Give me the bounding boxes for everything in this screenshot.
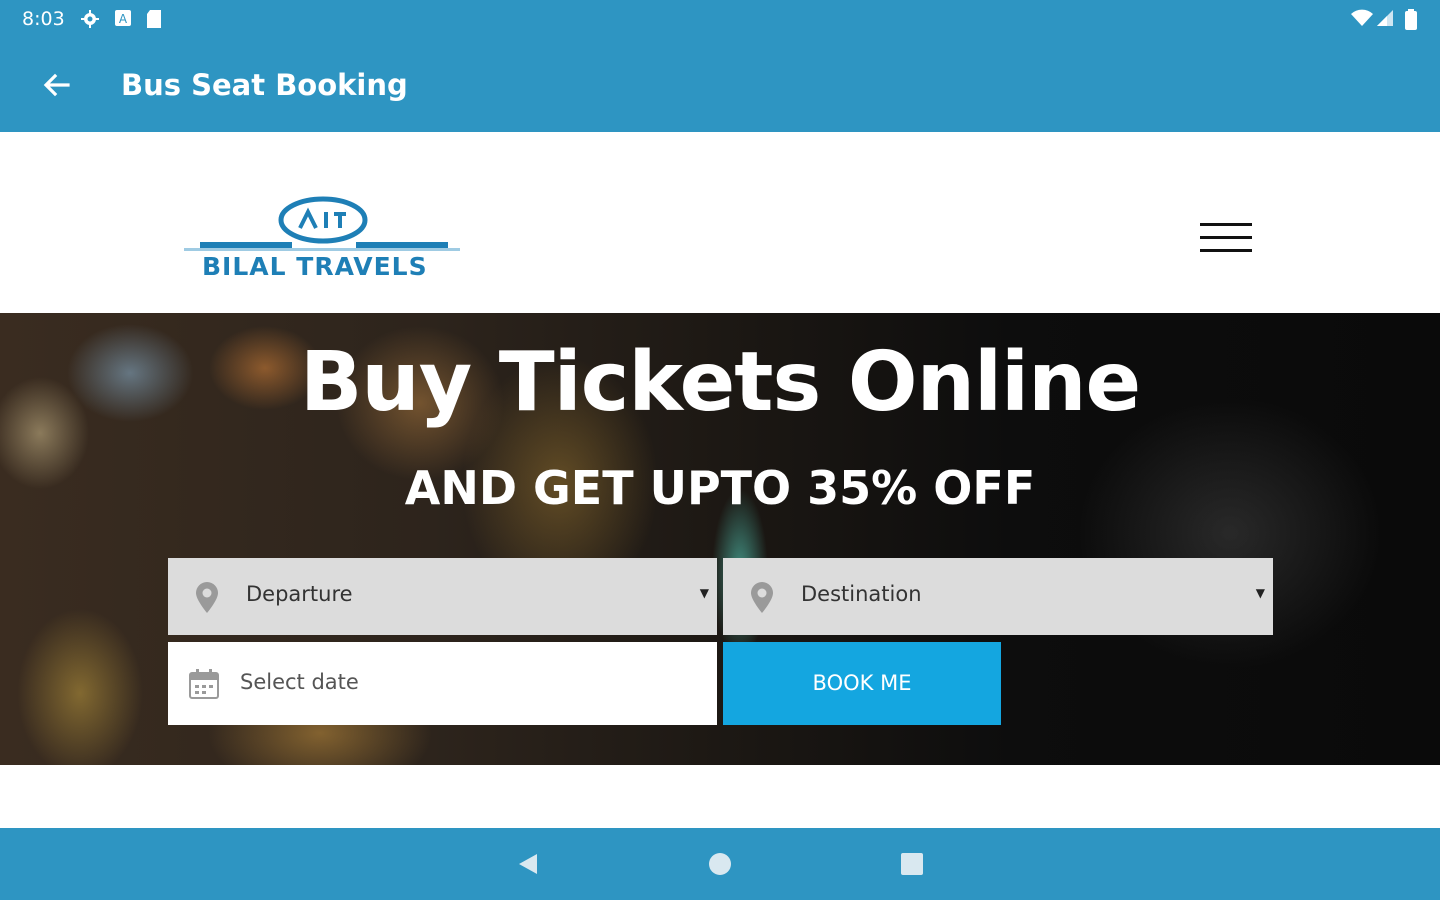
- date-input[interactable]: Select date: [168, 642, 717, 725]
- destination-select[interactable]: Destination ▼: [723, 558, 1273, 635]
- map-pin-icon: [196, 582, 218, 613]
- status-time: 8:03: [22, 8, 65, 30]
- chevron-down-icon: ▼: [1255, 586, 1265, 600]
- bilal-travels-logo[interactable]: BILAL TRAVELS: [180, 192, 465, 287]
- svg-text:A: A: [119, 12, 128, 26]
- logo-text: BILAL TRAVELS: [202, 252, 428, 281]
- home-circle-icon[interactable]: [709, 853, 731, 875]
- destination-label: Destination: [801, 582, 922, 606]
- departure-label: Departure: [246, 582, 353, 606]
- hero-banner: Buy Tickets Online AND GET UPTO 35% OFF …: [0, 313, 1440, 765]
- chevron-down-icon: ▼: [699, 586, 709, 600]
- battery-icon: [1405, 9, 1417, 30]
- hero-title: Buy Tickets Online: [299, 335, 1141, 430]
- hero-subtitle: AND GET UPTO 35% OFF: [404, 461, 1036, 515]
- app-top-area: 8:03 A Bus Seat Booking: [0, 0, 1440, 132]
- signal-icon: [1377, 10, 1393, 26]
- gear-icon: [81, 10, 99, 28]
- map-pin-icon: [751, 582, 773, 613]
- back-triangle-icon[interactable]: [516, 852, 540, 876]
- wifi-icon: [1351, 9, 1373, 26]
- calendar-icon: [189, 669, 219, 699]
- back-arrow-icon[interactable]: [38, 68, 74, 104]
- a-icon: A: [115, 10, 131, 26]
- status-bar: 8:03 A: [0, 0, 1440, 38]
- date-placeholder: Select date: [240, 670, 359, 694]
- sd-card-icon: [147, 10, 161, 28]
- app-bar-title: Bus Seat Booking: [121, 68, 408, 102]
- book-me-button[interactable]: BOOK ME: [723, 642, 1001, 725]
- departure-select[interactable]: Departure ▼: [168, 558, 717, 635]
- recents-square-icon[interactable]: [901, 853, 923, 875]
- hamburger-menu-icon[interactable]: [1196, 218, 1256, 258]
